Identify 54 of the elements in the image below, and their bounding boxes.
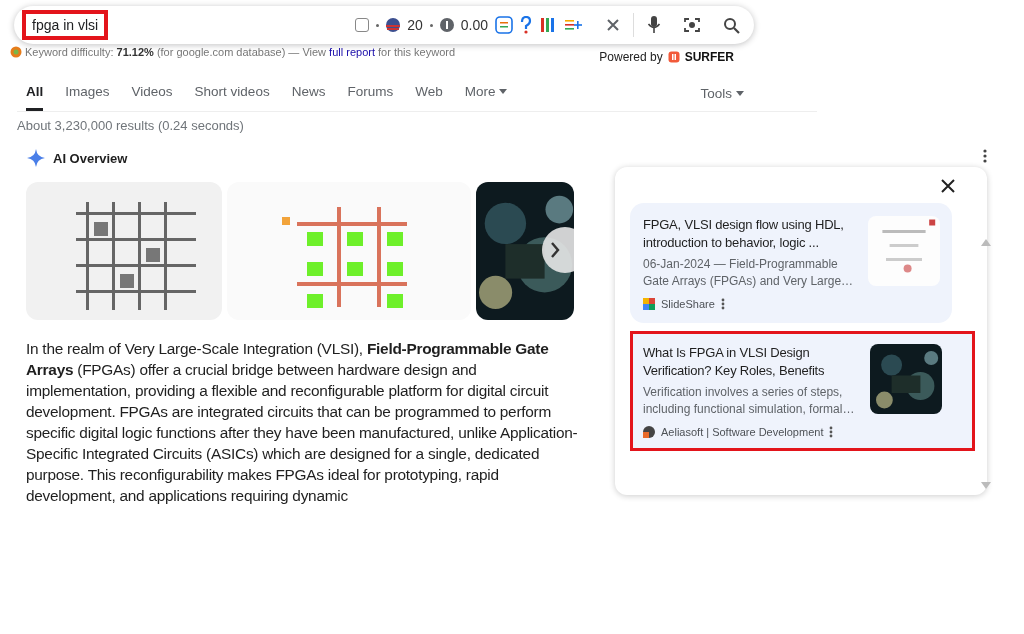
- ai-overview-title: AI Overview: [53, 150, 128, 166]
- source-snippet: Verification involves a series of steps, including functional simulation, formal…: [643, 384, 856, 418]
- source-name[interactable]: Aeliasoft | Software Development: [661, 426, 824, 438]
- checklist-icon: [495, 16, 513, 34]
- flag-icon: [386, 18, 401, 32]
- overview-paragraph: In the realm of Very Large-Scale Integration (VLSI), Field-Programmable Gate Arrays (FPGAs) offer a crucial bridge between hardware design and implementation, providing a flexible and reconfigurable platform for digital circuit development. FPGAs are integrated circuits that can be programmed to perform specific digital logic functions after they have been manufactured, unlike Application-Specific Integrated Circuits (ASICs) which are designed for a single, dedicated purpose. This reconfigurability makes FPGAs ideal for prototyping, rapid development, and applications requiring dynamic: [26, 339, 579, 506]
- caret-icon: [499, 89, 508, 94]
- more-vertical-icon[interactable]: [720, 298, 725, 310]
- surfer-brand: SURFER: [684, 50, 734, 64]
- source-card[interactable]: What Is FPGA in VLSI Design Verification? Key Roles, Benefits Verification involves a series of steps, including functional simulation, formal… Aeliasoft | Software Development: [630, 331, 975, 451]
- chevron-right-icon: [550, 242, 560, 258]
- scroll-down-icon: [981, 482, 991, 489]
- close-icon: [941, 179, 955, 193]
- site-logo-icon: [643, 426, 655, 438]
- cost-value: 0.00: [460, 17, 488, 33]
- scroll-up-icon: [981, 239, 991, 246]
- surfer-logo-icon: [667, 51, 680, 63]
- camera-icon: [683, 16, 701, 34]
- rank-count: 20: [407, 17, 423, 33]
- caret-icon: [736, 90, 744, 96]
- separator-dot: [429, 23, 433, 27]
- source-title[interactable]: What Is FPGA in VLSI Design Verification? Key Roles, Benefits: [643, 344, 858, 380]
- result-stats: About 3,230,000 results (0.24 seconds): [17, 111, 817, 133]
- source-name[interactable]: SlideShare: [661, 298, 715, 310]
- search-tab[interactable]: More: [464, 78, 508, 111]
- search-query[interactable]: fpga in vlsi: [22, 10, 109, 40]
- close-button[interactable]: [939, 177, 957, 195]
- more-vertical-icon[interactable]: [983, 149, 987, 163]
- site-logo-icon: [643, 298, 655, 310]
- search-tab[interactable]: Web: [415, 78, 443, 111]
- microphone-icon: [647, 15, 661, 35]
- sparkle-icon: [27, 149, 45, 167]
- source-snippet: 06-Jan-2024 — Field-Programmable Gate Arrays (FPGAs) and Very Large…: [643, 256, 855, 290]
- more-vertical-icon[interactable]: [829, 426, 834, 438]
- powered-by-label: Powered by: [599, 50, 663, 64]
- checkbox[interactable]: [355, 18, 370, 32]
- source-card[interactable]: FPGA, VLSI design flow using HDL, introduction to behavior, logic ... 06-Jan-2024 — Field-Programmable Gate Arrays (FPGAs) and Very Large… SlideShare: [630, 203, 952, 323]
- keyword-difficulty-text: Keyword difficulty: 71.12% (for google.com database) — View full report for this keyword: [25, 46, 456, 58]
- search-tab[interactable]: Forums: [347, 78, 394, 111]
- close-icon: [606, 18, 620, 32]
- search-tab[interactable]: Videos: [131, 78, 173, 111]
- columns-icon: [539, 16, 557, 34]
- search-tab[interactable]: Short videos: [194, 78, 270, 111]
- search-icon: [723, 16, 740, 34]
- separator-dot: [376, 23, 380, 27]
- question-icon: [520, 16, 532, 34]
- search-tab[interactable]: News: [291, 78, 326, 111]
- search-field[interactable]: fpga in vlsi 20 0.00: [14, 6, 754, 44]
- badge-icon: [10, 46, 22, 58]
- source-title[interactable]: FPGA, VLSI design flow using HDL, introduction to behavior, logic ...: [643, 216, 856, 252]
- search-tab[interactable]: All: [26, 78, 44, 111]
- search-tab[interactable]: Images: [65, 78, 110, 111]
- full-report-link[interactable]: full report: [329, 46, 375, 58]
- tools-button[interactable]: Tools: [700, 79, 744, 110]
